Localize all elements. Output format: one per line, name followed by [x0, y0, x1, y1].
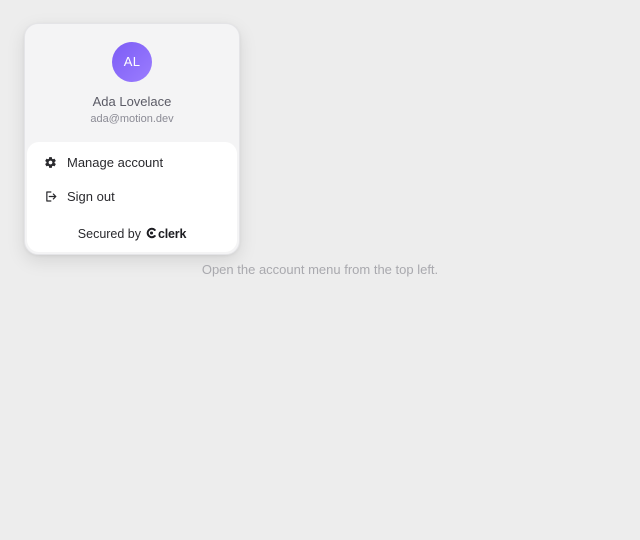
user-name: Ada Lovelace	[92, 94, 172, 109]
manage-account-label: Manage account	[67, 154, 164, 170]
user-email: ada@motion.dev	[90, 113, 174, 125]
user-identity: AL Ada Lovelace ada@motion.dev	[25, 24, 239, 142]
clerk-logo-icon	[146, 227, 158, 242]
manage-account-button[interactable]: Manage account	[27, 147, 237, 177]
clerk-brand-text: clerk	[158, 227, 187, 241]
instruction-text: Open the account menu from the top left.	[201, 262, 439, 277]
secured-by-footer: Secured by clerk	[27, 225, 237, 243]
clerk-brand-link[interactable]: clerk	[146, 227, 186, 242]
account-menu-popover: AL Ada Lovelace ada@motion.dev Manage ac…	[24, 23, 240, 255]
sign-out-button[interactable]: Sign out	[27, 181, 237, 211]
avatar: AL	[112, 42, 152, 82]
account-actions: Manage account Sign out Secured by clerk	[27, 142, 237, 252]
page: AL Ada Lovelace ada@motion.dev Manage ac…	[0, 0, 640, 540]
sign-out-label: Sign out	[67, 188, 115, 204]
sign-out-icon	[43, 189, 57, 203]
secured-by-label: Secured by	[77, 227, 142, 241]
gear-icon	[43, 155, 57, 169]
